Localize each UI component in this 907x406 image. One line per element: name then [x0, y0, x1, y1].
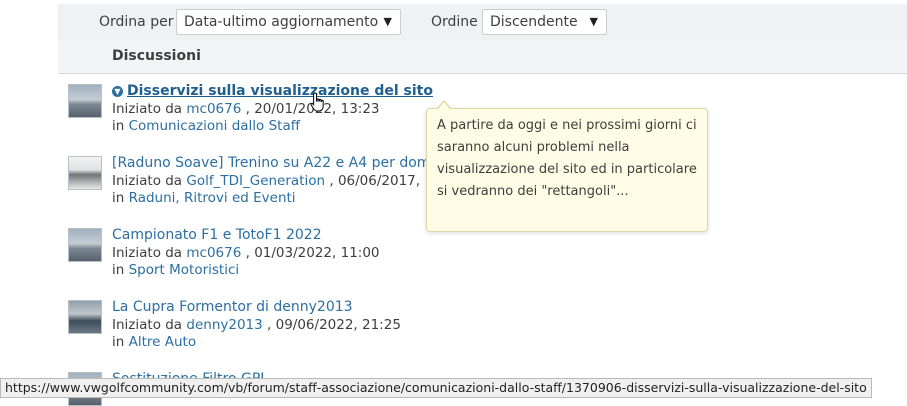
- tooltip-arrow-fill: [437, 102, 451, 110]
- thread-forum: in Altre Auto: [112, 334, 197, 350]
- chevron-down-icon: ▼: [383, 15, 392, 28]
- forum-link[interactable]: Sport Motoristici: [129, 262, 240, 278]
- thread-title[interactable]: Campionato F1 e TotoF1 2022: [112, 227, 322, 243]
- column-title: Discussioni: [112, 48, 201, 64]
- discussions-header: Discussioni: [58, 41, 907, 74]
- sort-bar: Ordina per Data-ultimo aggiornamento ▼ O…: [58, 4, 907, 42]
- thread-forum: in Raduni, Ritrovi ed Eventi: [112, 190, 296, 206]
- thread-forum: in Comunicazioni dallo Staff: [112, 118, 301, 134]
- thread-avatar[interactable]: [68, 156, 102, 190]
- thread-avatar[interactable]: [68, 300, 102, 334]
- new-post-icon[interactable]: ▼: [112, 86, 123, 97]
- thread-title[interactable]: ▼ Disservizi sulla visualizzazione del si…: [112, 83, 433, 99]
- order-label: Ordine: [431, 14, 478, 30]
- thread-avatar[interactable]: [68, 84, 102, 118]
- link-status-bar: https://www.vwgolfcommunity.com/vb/forum…: [0, 378, 872, 398]
- thread-started-by: Iniziato da Golf_TDI_Generation , 06/06/…: [112, 173, 421, 189]
- author-link[interactable]: Golf_TDI_Generation: [186, 173, 325, 189]
- forum-link[interactable]: Altre Auto: [129, 334, 196, 350]
- thread-avatar[interactable]: [68, 228, 102, 262]
- author-link[interactable]: mc0676: [186, 245, 241, 261]
- thread-forum: in Sport Motoristici: [112, 262, 240, 278]
- thread-row: La Cupra Formentor di denny2013 Iniziato…: [58, 290, 907, 363]
- order-select[interactable]: Discendente ▼: [482, 9, 607, 35]
- thread-title[interactable]: [Raduno Soave] Trenino su A22 e A4 per d…: [112, 155, 430, 171]
- hand-pointer-icon: [310, 92, 324, 112]
- thread-started-by: Iniziato da denny2013 , 09/06/2022, 21:2…: [112, 317, 401, 333]
- order-value: Discendente: [490, 14, 578, 30]
- thread-preview-tooltip: A partire da oggi e nei prossimi giorni …: [426, 108, 708, 232]
- forum-link[interactable]: Raduni, Ritrovi ed Eventi: [129, 190, 296, 206]
- thread-title[interactable]: La Cupra Formentor di denny2013: [112, 299, 353, 315]
- author-link[interactable]: mc0676: [186, 101, 241, 117]
- order-by-label: Ordina per: [99, 14, 174, 30]
- order-by-select[interactable]: Data-ultimo aggiornamento ▼: [176, 9, 401, 35]
- order-by-value: Data-ultimo aggiornamento: [184, 14, 379, 30]
- chevron-down-icon: ▼: [589, 15, 598, 28]
- thread-started-by: Iniziato da mc0676 , 20/01/2022, 13:23: [112, 101, 380, 117]
- forum-link[interactable]: Comunicazioni dallo Staff: [129, 118, 300, 134]
- thread-started-by: Iniziato da mc0676 , 01/03/2022, 11:00: [112, 245, 380, 261]
- author-link[interactable]: denny2013: [186, 317, 262, 333]
